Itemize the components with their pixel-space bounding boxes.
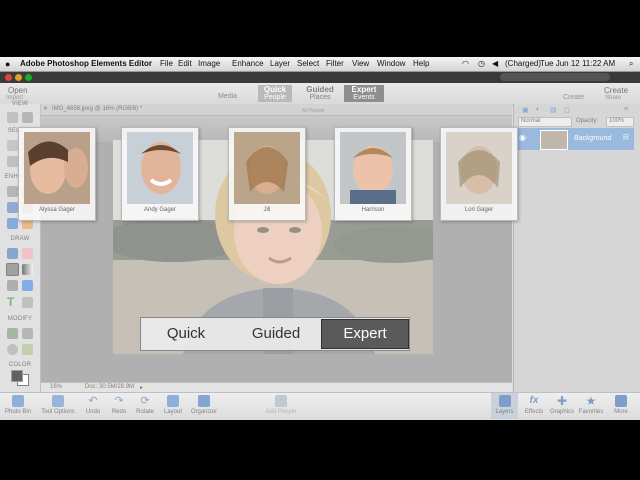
battery-status[interactable]: (Charged) <box>505 59 541 68</box>
letterbox-top <box>0 0 640 57</box>
menu-view[interactable]: View <box>352 59 369 68</box>
menu-filter[interactable]: Filter <box>326 59 344 68</box>
person-photo-andy <box>127 132 193 204</box>
person-card-alyssa[interactable]: Alyssa Gager <box>18 127 96 221</box>
person-name-alyssa: Alyssa Gager <box>38 207 75 213</box>
person-photo-lori <box>446 132 512 204</box>
menu-help[interactable]: Help <box>413 59 429 68</box>
zoom-window-button[interactable] <box>25 74 32 81</box>
person-card-jill[interactable]: Jill <box>228 127 306 221</box>
app-menu[interactable]: Adobe Photoshop Elements Editor <box>20 59 152 68</box>
person-photo-harrison <box>340 132 406 204</box>
apple-icon[interactable]: ● <box>5 59 10 69</box>
edit-mode-switcher: Quick Guided Expert <box>140 317 410 351</box>
menu-image[interactable]: Image <box>198 59 220 68</box>
person-name-lori: Lori Gager <box>464 207 494 213</box>
guided-mode-button[interactable]: Guided <box>231 318 321 350</box>
menu-edit[interactable]: Edit <box>178 59 192 68</box>
person-photo-jill <box>234 132 300 204</box>
person-card-andy[interactable]: Andy Gager <box>121 127 199 221</box>
expert-mode-button[interactable]: Expert <box>321 319 409 349</box>
menu-layer[interactable]: Layer <box>270 59 290 68</box>
menu-file[interactable]: File <box>160 59 173 68</box>
window-titlebar <box>0 72 640 83</box>
menu-window[interactable]: Window <box>377 59 405 68</box>
mac-menubar: ● Adobe Photoshop Elements Editor File E… <box>0 57 640 72</box>
menubar-clock[interactable]: Tue Jun 12 11:22 AM <box>540 59 615 68</box>
volume-icon[interactable]: ◀ <box>492 59 498 68</box>
menu-enhance[interactable]: Enhance <box>232 59 264 68</box>
person-card-lori[interactable]: Lori Gager <box>440 127 518 221</box>
organizer-fade-overlay <box>0 83 640 420</box>
person-name-jill: Jill <box>263 207 271 213</box>
search-field[interactable] <box>500 73 610 81</box>
menu-select[interactable]: Select <box>297 59 319 68</box>
person-name-andy: Andy Gager <box>143 207 177 213</box>
letterbox-bottom <box>0 420 640 480</box>
person-photo-alyssa <box>24 132 90 204</box>
close-window-button[interactable] <box>5 74 12 81</box>
clock-icon[interactable]: ◷ <box>478 59 485 68</box>
person-card-harrison[interactable]: Harrison <box>334 127 412 221</box>
wifi-icon[interactable]: ◠ <box>462 59 469 68</box>
quick-mode-button[interactable]: Quick <box>141 318 231 350</box>
spotlight-icon[interactable]: ⌕ <box>629 59 633 69</box>
person-name-harrison: Harrison <box>361 207 385 213</box>
minimize-window-button[interactable] <box>15 74 22 81</box>
